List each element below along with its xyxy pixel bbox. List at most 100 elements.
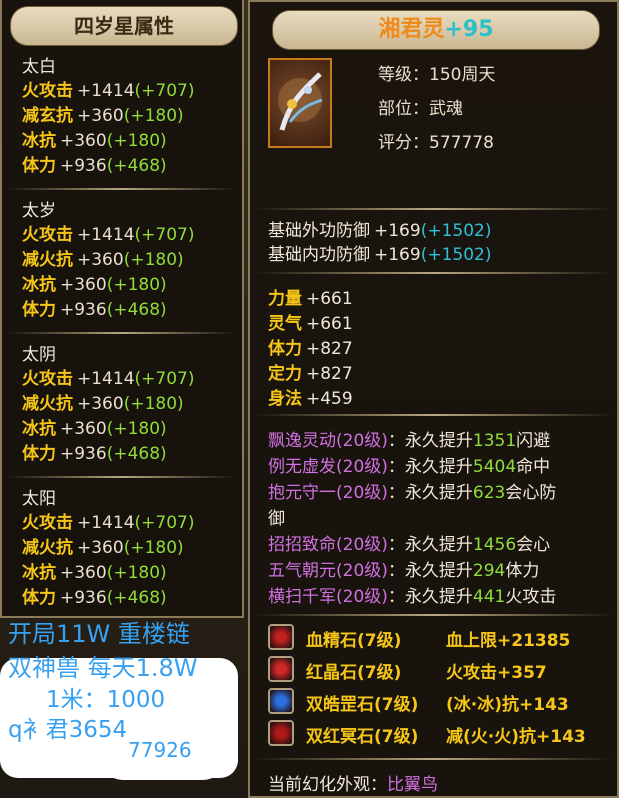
item-tooltip-panel: 湘君灵+95 等级：150周天 部位：武魂 评分：577778 基础外功防御 +1… <box>248 0 619 798</box>
attr-key: 体力 <box>22 300 56 320</box>
gem-icon[interactable] <box>268 720 294 746</box>
attr-row: 冰抗 +360(+180) <box>22 414 167 439</box>
skill-post: 会心 <box>516 535 551 555</box>
divider <box>254 272 614 274</box>
stat-row: 体力 +827 <box>268 334 353 359</box>
attr-row: 体力 +936(+468) <box>22 439 167 464</box>
attr-value: +360 <box>77 106 124 126</box>
attr-bonus: (+468) <box>106 444 167 464</box>
attr-key: 冰抗 <box>22 275 56 295</box>
stat-value: +827 <box>306 364 353 384</box>
attr-bonus: (+180) <box>106 131 167 151</box>
skill-post: 火攻击 <box>505 587 557 607</box>
attr-row: 火攻击 +1414(+707) <box>22 364 194 389</box>
skill-level: (20级) <box>336 457 388 477</box>
attr-bonus: (+707) <box>134 369 195 389</box>
attr-bonus: (+180) <box>106 419 167 439</box>
base-key: 基础内功防御 <box>268 245 370 265</box>
spirit-weapon-icon[interactable] <box>268 58 332 148</box>
attr-bonus: (+468) <box>106 588 167 608</box>
level-label: 等级： <box>378 65 429 85</box>
gem-row: 血精石(7级) <box>306 626 401 651</box>
gem-icon[interactable] <box>268 656 294 682</box>
stat-row: 身法 +459 <box>268 384 353 409</box>
attr-key: 冰抗 <box>22 563 56 583</box>
stat-row: 灵气 +661 <box>268 309 353 334</box>
base-key: 基础外功防御 <box>268 221 370 241</box>
attr-key: 体力 <box>22 444 56 464</box>
stat-key: 定力 <box>268 364 302 384</box>
attr-key: 减火抗 <box>22 250 73 270</box>
skill-level: (20级) <box>336 431 388 451</box>
stat-key: 力量 <box>268 289 302 309</box>
skill-number: 294 <box>472 561 506 581</box>
attr-bonus: (+180) <box>123 250 184 270</box>
stat-key: 灵气 <box>268 314 302 334</box>
gem-icon[interactable] <box>268 624 294 650</box>
ad-line: 77926 <box>128 738 192 762</box>
divider <box>8 332 236 334</box>
attr-bonus: (+468) <box>106 300 167 320</box>
gem-effect: 火攻击+357 <box>446 663 547 683</box>
item-slot: 部位：武魂 <box>378 94 463 119</box>
attr-bonus: (+707) <box>134 225 195 245</box>
star-name: 太阳 <box>22 489 56 509</box>
attr-key: 火攻击 <box>22 513 73 533</box>
attr-row: 体力 +936(+468) <box>22 583 167 608</box>
skill-post: 体力 <box>505 561 540 581</box>
item-name: 湘君灵 <box>378 17 445 42</box>
attr-bonus: (+180) <box>123 106 184 126</box>
skill-sep: ： <box>387 457 405 477</box>
skill-pre: 永久提升 <box>404 587 473 607</box>
attr-value: +936 <box>60 588 107 608</box>
slot-value: 武魂 <box>429 99 463 119</box>
attr-value: +936 <box>60 300 107 320</box>
star-name: 太白 <box>22 57 56 77</box>
attr-value: +1414 <box>77 369 135 389</box>
skill-row: 五气朝元(20级)：永久提升294体力 <box>268 556 539 581</box>
gem-level: (7级) <box>357 663 402 683</box>
item-score: 评分：577778 <box>378 128 494 153</box>
gem-name: 双红冥石 <box>306 727 374 747</box>
panel-title: 四岁星属性 <box>10 6 238 46</box>
skill-pre: 永久提升 <box>404 535 473 555</box>
attr-row: 减火抗 +360(+180) <box>22 245 184 270</box>
stat-value: +459 <box>306 389 353 409</box>
attr-value: +360 <box>77 250 124 270</box>
skill-sep: ： <box>387 483 405 503</box>
star-section: 太岁 火攻击 +1414(+707) 减火抗 +360(+180) 冰抗 +360(+180… <box>2 196 242 336</box>
attr-value: +360 <box>60 419 107 439</box>
star-section: 太阳 火攻击 +1414(+707) 减火抗 +360(+180) 冰抗 +360(+180… <box>2 484 242 624</box>
gem-level: (7级) <box>357 631 402 651</box>
ad-line: q衤君3654 <box>8 717 128 743</box>
attr-key: 火攻击 <box>22 81 73 101</box>
skill-number: 5404 <box>472 457 517 477</box>
skill-row: 招招致命(20级)：永久提升1456会心 <box>268 530 550 555</box>
attr-row: 火攻击 +1414(+707) <box>22 76 194 101</box>
four-stars-attributes-panel: 四岁星属性 太白 火攻击 +1414(+707) 减玄抗 +360(+180) 冰抗 +36… <box>0 0 244 618</box>
skill-level: (20级) <box>336 483 388 503</box>
attr-value: +936 <box>60 444 107 464</box>
stat-row: 定力 +827 <box>268 359 353 384</box>
attr-bonus: (+180) <box>123 538 184 558</box>
skill-name: 横扫千军 <box>268 587 336 607</box>
skill-post: 会心防 <box>505 483 557 503</box>
skill-name: 例无虚发 <box>268 457 336 477</box>
skill-pre: 永久提升 <box>404 431 473 451</box>
divider <box>254 758 614 760</box>
gem-icon[interactable] <box>268 688 294 714</box>
attr-value: +360 <box>77 394 124 414</box>
stat-value: +661 <box>306 289 353 309</box>
skill-name: 抱元守一 <box>268 483 336 503</box>
divider <box>8 188 236 190</box>
attr-bonus: (+468) <box>106 156 167 176</box>
skill-name: 招招致命 <box>268 535 336 555</box>
skill-pre: 永久提升 <box>404 483 473 503</box>
ad-overlay: 开局11W 重楼链 双神兽 每天1.8W 1米：1000 q衤君3654 779… <box>0 612 250 798</box>
attr-row: 火攻击 +1414(+707) <box>22 508 194 533</box>
skill-number: 441 <box>472 587 506 607</box>
attr-key: 减火抗 <box>22 538 73 558</box>
divider <box>254 208 614 210</box>
star-name: 太阴 <box>22 345 56 365</box>
gem-effect: 减(火·火)抗+143 <box>446 727 586 747</box>
